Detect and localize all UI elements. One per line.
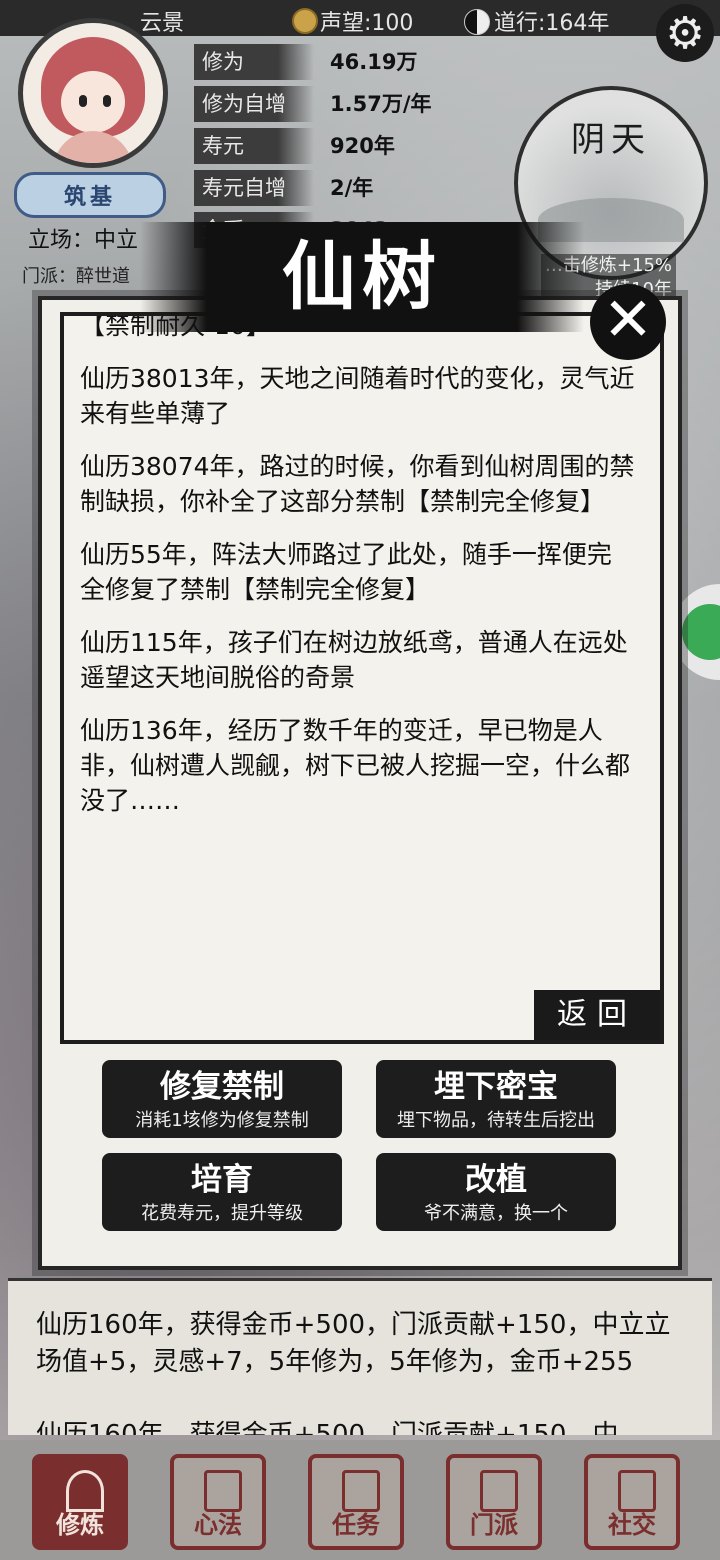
nav-technique[interactable]: 心法 [170,1454,266,1550]
stat-value: 2/年 [330,176,374,200]
stat-label: 寿元 [194,128,314,164]
reputation-display: 声望:100 [292,5,413,37]
action-label: 埋下密宝 [434,1069,558,1105]
sect-label: 门派：醉世道 [22,266,130,287]
action-sublabel: 消耗1垓修为修复禁制 [135,1110,309,1131]
daoxing-value: 道行:164年 [494,11,610,36]
location-label: 云景 [140,11,185,36]
cultivate-button[interactable]: 培育 花费寿元，提升等级 [102,1153,342,1231]
game-message-log[interactable]: 仙历160年，获得金币+500，门派贡献+150，中立立场值+5，灵感+7，5年… [8,1278,712,1435]
bury-treasure-button[interactable]: 埋下密宝 埋下物品，待转生后挖出 [376,1060,616,1138]
nav-label: 任务 [332,1511,380,1539]
action-label: 修复禁制 [160,1069,284,1105]
weather-name: 阴天 [571,120,651,160]
reputation-value: 声望:100 [320,11,414,36]
stat-row: 寿元自增 2/年 [194,170,534,206]
action-sublabel: 花费寿元，提升等级 [141,1203,303,1224]
message-line: 仙历160年，获得金币+500，门派贡献+150，中 [36,1420,619,1435]
nav-social[interactable]: 社交 [584,1454,680,1550]
stance-label: 立场：中立 [28,228,139,253]
bottom-nav: 修炼 心法 任务 门派 社交 [0,1440,720,1560]
stat-label: 修为 [194,44,314,80]
dialog-title: 仙树 [282,234,442,320]
nav-label: 修炼 [56,1511,104,1539]
message-line: 仙历160年，获得金币+500，门派贡献+150，中立立场值+5，灵感+7，5年… [36,1310,671,1377]
settings-gear-icon[interactable]: ⚙ [656,4,714,62]
log-entry: 仙历38013年，天地之间随着时代的变化，灵气近来有些单薄了 [80,364,635,428]
player-avatar[interactable] [18,18,168,168]
rank-badge: 筑基 [14,172,166,218]
log-entry: 仙历38074年，路过的时候，你看到仙树周围的禁制缺损，你补全了这部分禁制【禁制… [80,452,635,516]
yin-yang-icon [464,9,490,35]
nav-label: 门派 [470,1511,518,1539]
chat-bubble-icon [682,604,720,660]
stat-label: 修为自增 [194,86,314,122]
stat-value: 920年 [330,134,395,158]
reputation-coin-icon [292,8,318,34]
dialog-title-banner: 仙树 [140,222,584,332]
stat-label: 寿元自增 [194,170,314,206]
nav-label: 社交 [608,1511,656,1539]
repair-seal-button[interactable]: 修复禁制 消耗1垓修为修复禁制 [102,1060,342,1138]
stat-value: 46.19万 [330,50,418,74]
replant-button[interactable]: 改植 爷不满意，换一个 [376,1153,616,1231]
nav-label: 心法 [194,1511,242,1539]
nav-quests[interactable]: 任务 [308,1454,404,1550]
stat-row: 修为 46.19万 [194,44,534,80]
stat-row: 寿元 920年 [194,128,534,164]
back-button[interactable]: 返回 [534,990,660,1040]
nav-cultivate[interactable]: 修炼 [32,1454,128,1550]
nav-sect[interactable]: 门派 [446,1454,542,1550]
action-sublabel: 爷不满意，换一个 [424,1203,568,1224]
stat-row: 修为自增 1.57万/年 [194,86,534,122]
log-scroll-content: 【禁制耐久-10】 仙历38013年，天地之间随着时代的变化，灵气近来有些单薄了… [80,316,636,836]
close-icon[interactable]: ✕ [590,284,666,360]
action-label: 改植 [465,1162,527,1198]
tree-event-log[interactable]: 【禁制耐久-10】 仙历38013年，天地之间随着时代的变化，灵气近来有些单薄了… [60,312,664,1044]
action-sublabel: 埋下物品，待转生后挖出 [397,1110,595,1131]
log-entry: 仙历115年，孩子们在树边放纸鸢，普通人在远处遥望这天地间脱俗的奇景 [80,628,628,692]
action-label: 培育 [191,1162,253,1198]
log-entry: 仙历55年，阵法大师路过了此处，随手一挥便完全修复了禁制【禁制完全修复】 [80,540,612,604]
stat-value: 1.57万/年 [330,92,432,116]
daoxing-display: 道行:164年 [464,5,609,37]
log-entry: 仙历136年，经历了数千年的变迁，早已物是人非，仙树遭人觊觎，树下已被人挖掘一空… [80,716,631,815]
